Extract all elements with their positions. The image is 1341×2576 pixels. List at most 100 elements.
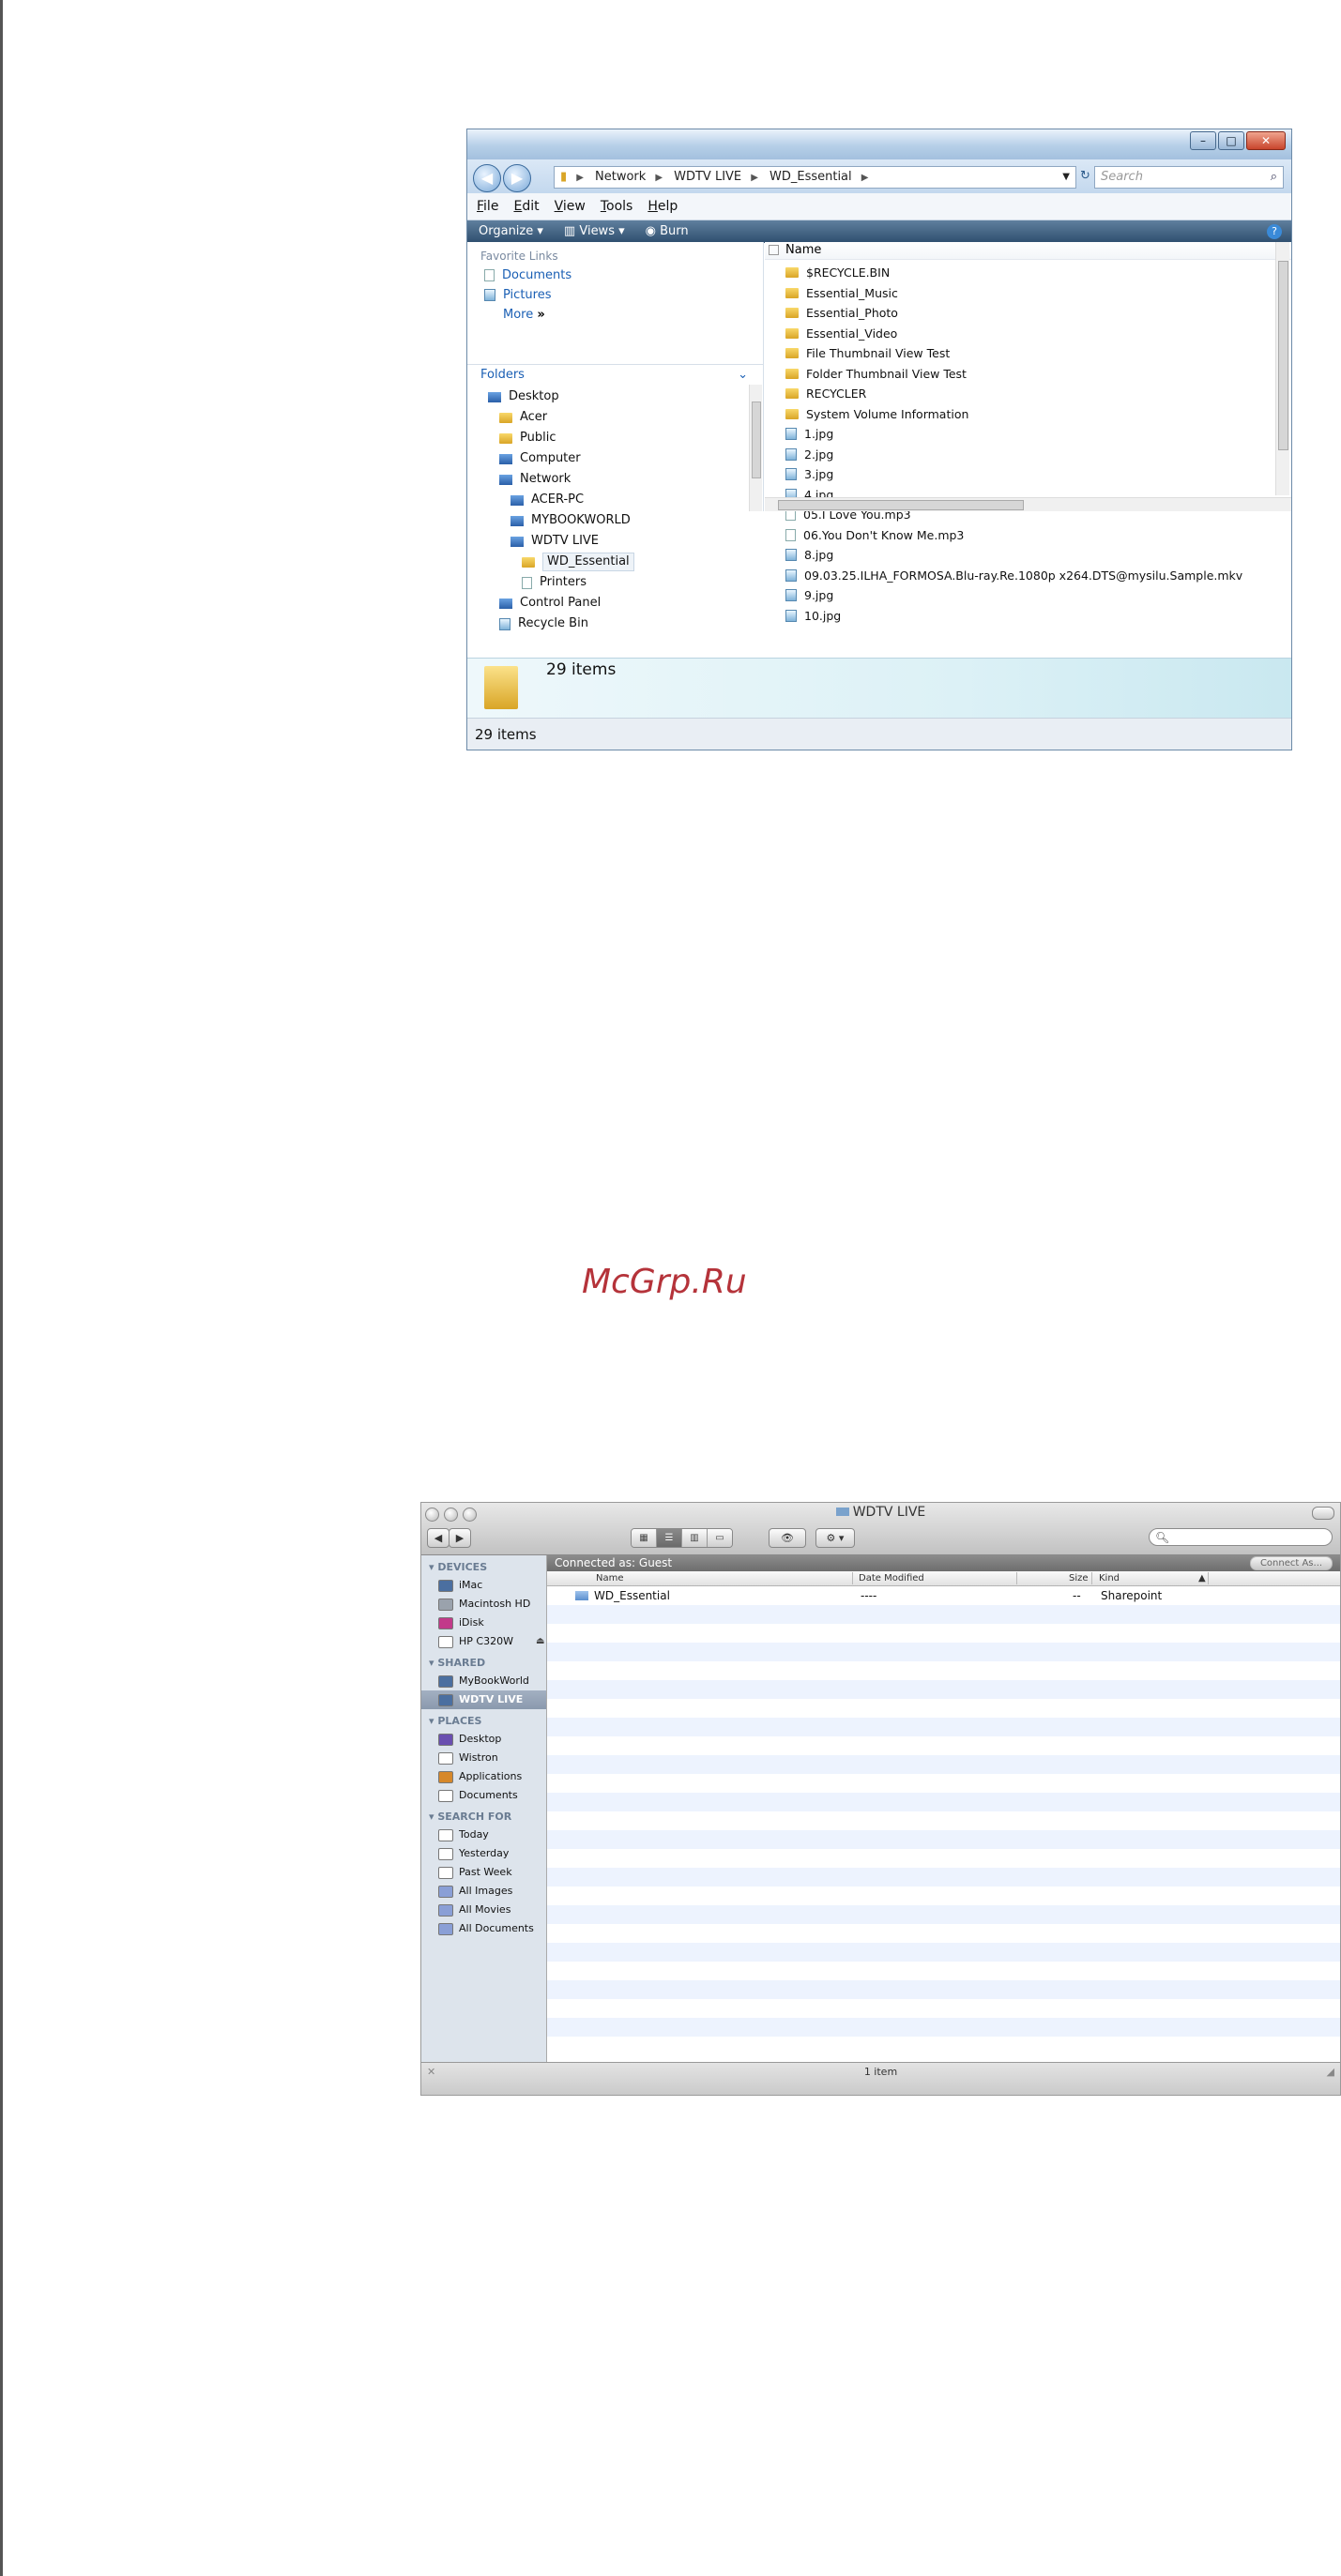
resize-grip-icon[interactable]: ◢: [1327, 2063, 1334, 2082]
address-dropdown-icon[interactable]: ▼: [1062, 167, 1070, 188]
sidebar-item-idisk[interactable]: iDisk: [421, 1614, 546, 1632]
tree-item-acer[interactable]: Acer: [467, 407, 749, 428]
tree-item-acer-pc[interactable]: ACER-PC: [467, 490, 749, 510]
tree-item-desktop[interactable]: Desktop: [467, 386, 749, 407]
column-view-icon[interactable]: ▥: [682, 1529, 708, 1547]
sidebar-section-places[interactable]: ▾ PLACES: [421, 1709, 546, 1730]
refresh-icon[interactable]: ↻: [1080, 169, 1090, 183]
view-mode-control[interactable]: ▦ ☰ ▥ ▭: [631, 1528, 733, 1548]
resize-collapse-icon[interactable]: ✕: [427, 2063, 435, 2082]
eject-icon[interactable]: ⏏: [536, 1632, 544, 1651]
file-row[interactable]: 10.jpg: [785, 606, 1264, 627]
file-list-horizontal-scrollbar[interactable]: [765, 497, 1291, 511]
file-row[interactable]: 3.jpg: [785, 464, 1264, 485]
back-button[interactable]: ◀: [473, 164, 501, 192]
quick-look-button[interactable]: 👁: [769, 1528, 806, 1548]
address-field[interactable]: ▮ ▶ Network ▶ WDTV LIVE ▶ WD_Essential ▶ ▼: [554, 166, 1076, 189]
close-button[interactable]: ✕: [1246, 131, 1286, 150]
scrollbar-thumb[interactable]: [752, 402, 761, 478]
sidebar-item-desktop[interactable]: Desktop: [421, 1730, 546, 1749]
file-row[interactable]: System Volume Information: [785, 404, 1264, 425]
file-row[interactable]: Essential_Music: [785, 283, 1264, 304]
vista-title-bar[interactable]: – □ ✕: [467, 129, 1291, 159]
organize-button[interactable]: Organize ▾: [479, 220, 543, 243]
breadcrumb-wd-essential[interactable]: WD_Essential: [770, 170, 852, 184]
column-date-modified[interactable]: Date Modified: [859, 1571, 924, 1585]
menu-tools[interactable]: Tools: [601, 193, 633, 220]
tree-item-public[interactable]: Public: [467, 428, 749, 448]
burn-button[interactable]: ◉ Burn: [646, 220, 689, 243]
tree-item-computer[interactable]: Computer: [467, 448, 749, 469]
sidebar-section-search-for[interactable]: ▾ SEARCH FOR: [421, 1805, 546, 1826]
sidebar-item-all-movies[interactable]: All Movies: [421, 1901, 546, 1919]
back-button[interactable]: ◀: [427, 1528, 450, 1548]
column-kind[interactable]: Kind: [1099, 1571, 1120, 1585]
tree-item-wdtv-live[interactable]: WDTV LIVE: [467, 531, 749, 552]
more-link[interactable]: More »: [467, 302, 763, 322]
sidebar-section-devices[interactable]: ▾ DEVICES: [421, 1555, 546, 1576]
views-button[interactable]: ▥ Views ▾: [564, 220, 625, 243]
search-icon[interactable]: ⌕: [1271, 167, 1277, 188]
favorite-link-documents[interactable]: Documents: [467, 263, 763, 282]
sidebar-item-past-week[interactable]: Past Week: [421, 1863, 546, 1882]
icon-view-icon[interactable]: ▦: [632, 1529, 657, 1547]
maximize-button[interactable]: □: [1218, 131, 1244, 150]
minimize-button[interactable]: –: [1190, 131, 1216, 150]
forward-button[interactable]: ▶: [449, 1528, 471, 1548]
menu-view[interactable]: View: [555, 193, 586, 220]
sidebar-item-macintosh-hd[interactable]: Macintosh HD: [421, 1595, 546, 1614]
search-input[interactable]: Search ⌕: [1094, 166, 1284, 189]
file-row[interactable]: 9.jpg: [785, 585, 1264, 606]
list-view-icon[interactable]: ☰: [657, 1529, 682, 1547]
sidebar-item-wdtv-live[interactable]: WDTV LIVE: [421, 1690, 546, 1709]
file-row[interactable]: Folder Thumbnail View Test: [785, 364, 1264, 385]
file-row[interactable]: Essential_Photo: [785, 303, 1264, 324]
folder-tree-scrollbar[interactable]: [749, 385, 762, 511]
column-size[interactable]: Size: [1069, 1571, 1089, 1585]
file-row[interactable]: Essential_Video: [785, 324, 1264, 344]
menu-file[interactable]: File: [477, 193, 498, 220]
table-row[interactable]: WD_Essential ---- -- Sharepoint: [547, 1586, 1340, 1605]
tree-item-printers[interactable]: Printers: [467, 572, 749, 593]
help-icon[interactable]: ?: [1267, 224, 1282, 239]
file-row[interactable]: 06.You Don't Know Me.mp3: [785, 525, 1264, 546]
file-row[interactable]: 09.03.25.ILHA_FORMOSA.Blu-ray.Re.1080p x…: [785, 566, 1264, 586]
sidebar-item-mybookworld[interactable]: MyBookWorld: [421, 1672, 546, 1690]
column-name[interactable]: Name: [596, 1571, 624, 1585]
connect-as-button[interactable]: Connect As...: [1250, 1556, 1333, 1570]
name-column-header[interactable]: Name: [765, 242, 1291, 260]
favorite-link-pictures[interactable]: Pictures: [467, 282, 763, 302]
toolbar-toggle-button[interactable]: [1312, 1507, 1334, 1520]
tree-item-network[interactable]: Network: [467, 469, 749, 490]
sidebar-item-imac[interactable]: iMac: [421, 1576, 546, 1595]
sidebar-item-yesterday[interactable]: Yesterday: [421, 1844, 546, 1863]
coverflow-view-icon[interactable]: ▭: [708, 1529, 732, 1547]
sidebar-item-documents[interactable]: Documents: [421, 1786, 546, 1805]
folders-header[interactable]: Folders ⌄: [467, 364, 763, 385]
file-row[interactable]: 8.jpg: [785, 545, 1264, 566]
menu-edit[interactable]: Edit: [513, 193, 539, 220]
select-all-checkbox[interactable]: [769, 245, 779, 255]
scrollbar-thumb[interactable]: [778, 500, 1024, 510]
forward-button[interactable]: ▶: [503, 164, 531, 192]
file-row[interactable]: File Thumbnail View Test: [785, 343, 1264, 364]
scrollbar-thumb[interactable]: [1278, 261, 1288, 450]
tree-item-wd-essential[interactable]: WD_Essential: [467, 552, 749, 572]
file-list-vertical-scrollbar[interactable]: [1275, 242, 1289, 495]
breadcrumb-wdtv-live[interactable]: WDTV LIVE: [674, 170, 741, 184]
tree-item-control-panel[interactable]: Control Panel: [467, 593, 749, 614]
search-input[interactable]: 🔍︎: [1149, 1528, 1333, 1546]
tree-item-recycle-bin[interactable]: Recycle Bin: [467, 614, 749, 634]
sidebar-item-applications[interactable]: Applications: [421, 1767, 546, 1786]
sidebar-item-today[interactable]: Today: [421, 1826, 546, 1844]
menu-help[interactable]: Help: [648, 193, 678, 220]
file-row[interactable]: $RECYCLE.BIN: [785, 263, 1264, 283]
sidebar-item-hp-c320w[interactable]: HP C320W ⏏: [421, 1632, 546, 1651]
sidebar-item-all-images[interactable]: All Images: [421, 1882, 546, 1901]
sidebar-item-wistron[interactable]: Wistron: [421, 1749, 546, 1767]
file-row[interactable]: 1.jpg: [785, 424, 1264, 445]
tree-item-mybookworld[interactable]: MYBOOKWORLD: [467, 510, 749, 531]
action-gear-button[interactable]: ⚙ ▾: [815, 1528, 855, 1548]
breadcrumb-network[interactable]: Network: [595, 170, 646, 184]
sidebar-section-shared[interactable]: ▾ SHARED: [421, 1651, 546, 1672]
